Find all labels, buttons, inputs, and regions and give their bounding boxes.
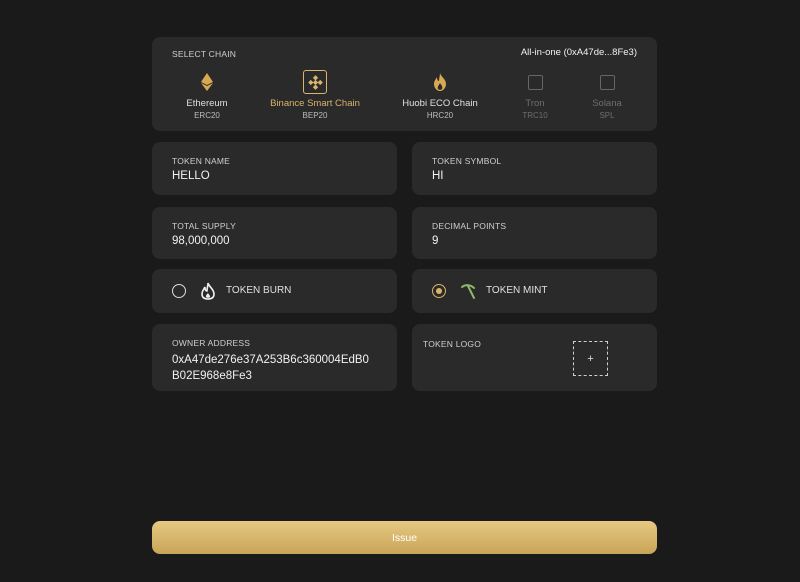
token-symbol-label: TOKEN SYMBOL [432,156,502,166]
wallet-indicator[interactable]: All-in-one (0xA47de...8Fe3) [521,47,637,58]
chain-name: Ethereum [186,98,228,109]
pickaxe-icon [461,284,475,299]
decimal-points-field[interactable]: DECIMAL POINTS 9 [412,207,657,259]
total-supply-field[interactable]: TOTAL SUPPLY 98,000,000 [152,207,397,259]
token-logo-label: TOKEN LOGO [423,339,482,349]
chain-option-huobi[interactable]: Huobi ECO Chain HRC20 [385,69,495,120]
chain-option-solana[interactable]: Solana SPL [552,69,662,120]
token-name-value[interactable]: HELLO [172,170,210,182]
logo-upload-button[interactable]: + [573,341,608,376]
chain-option-binance[interactable]: Binance Smart Chain BEP20 [260,69,370,120]
chain-name: Solana [592,98,622,109]
token-symbol-value[interactable]: HI [432,170,444,182]
chain-standard: BEP20 [302,111,328,120]
huobi-flame-icon [385,69,495,95]
total-supply-label: TOTAL SUPPLY [172,221,236,231]
total-supply-value[interactable]: 98,000,000 [172,235,230,247]
token-mint-option[interactable]: TOKEN MINT [412,269,657,313]
binance-icon [303,70,327,94]
flame-icon [201,282,215,300]
owner-address-value[interactable]: 0xA47de276e37A253B6c360004EdB0B02E968e8F… [172,352,372,384]
chain-name: Huobi ECO Chain [402,98,478,109]
token-logo-field: TOKEN LOGO + [412,324,657,391]
token-symbol-field[interactable]: TOKEN SYMBOL HI [412,142,657,195]
owner-address-label: OWNER ADDRESS [172,338,251,348]
empty-box-icon [527,74,543,90]
token-burn-option[interactable]: TOKEN BURN [152,269,397,313]
token-burn-label: TOKEN BURN [226,285,292,296]
chain-selector-card: SELECT CHAIN All-in-one (0xA47de...8Fe3)… [152,37,657,131]
chain-name: Binance Smart Chain [270,98,360,109]
token-mint-label: TOKEN MINT [486,285,548,296]
chain-standard: HRC20 [426,111,454,120]
chain-section-label: SELECT CHAIN [172,49,237,59]
issue-button[interactable]: Issue [152,521,657,554]
decimal-points-value[interactable]: 9 [432,235,438,247]
plus-icon: + [587,352,594,365]
chain-option-ethereum[interactable]: Ethereum ERC20 [152,69,262,120]
token-burn-radio[interactable] [172,284,186,298]
chain-standard: SPL [599,111,615,120]
token-mint-radio[interactable] [432,284,446,298]
chain-standard: ERC20 [194,111,220,120]
token-name-field[interactable]: TOKEN NAME HELLO [152,142,397,195]
owner-address-field[interactable]: OWNER ADDRESS 0xA47de276e37A253B6c360004… [152,324,397,391]
ethereum-icon [152,69,262,95]
token-name-label: TOKEN NAME [172,156,231,166]
decimal-points-label: DECIMAL POINTS [432,221,507,231]
empty-box-icon [599,74,615,90]
